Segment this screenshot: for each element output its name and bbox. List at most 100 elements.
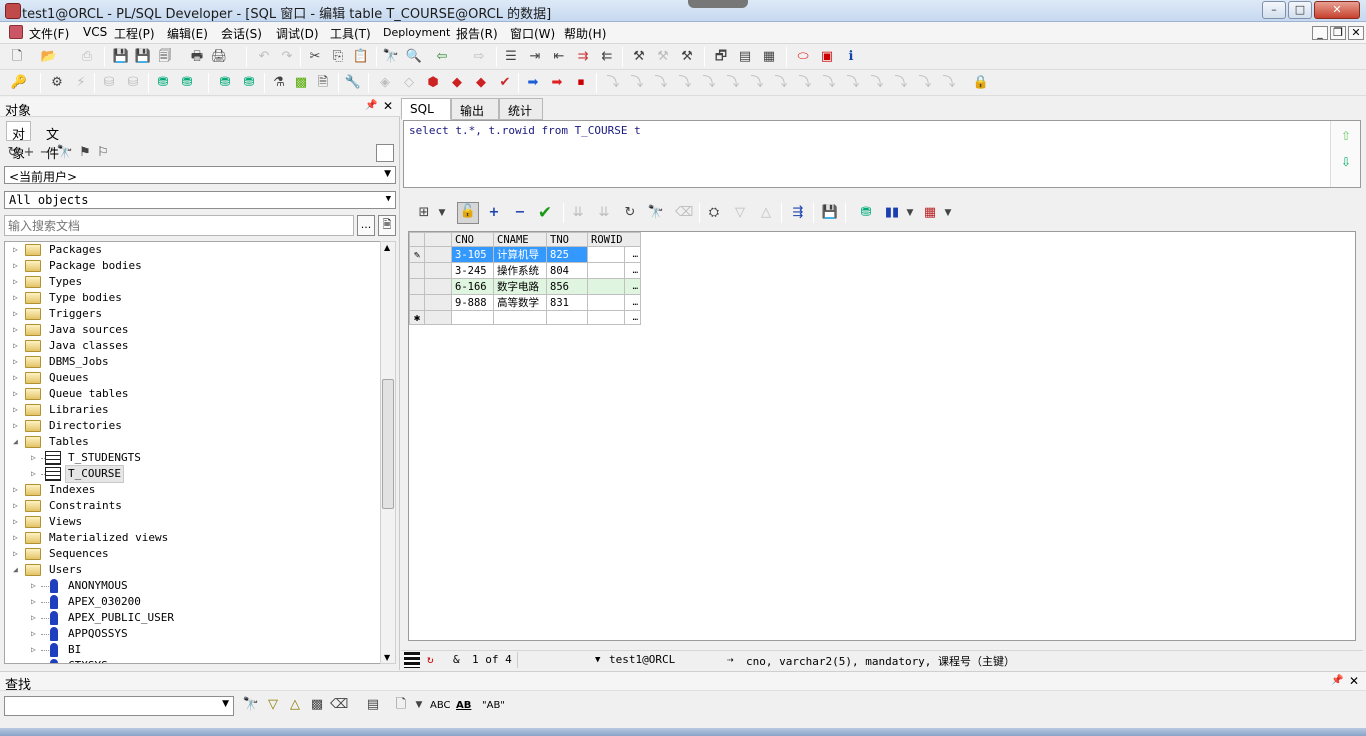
table-row[interactable]: ✎ 3-105 计算机导 825 … bbox=[409, 246, 641, 263]
windows-icon[interactable]: 🗗 bbox=[712, 48, 730, 66]
arrow-right-blue-icon[interactable]: ➡ bbox=[524, 74, 542, 92]
col-header-cname[interactable]: CNAME bbox=[493, 232, 547, 247]
table-row[interactable]: 6-166 数字电路 856 … bbox=[409, 278, 641, 295]
cell-ellipsis-button[interactable]: … bbox=[624, 278, 641, 295]
find-next-icon[interactable]: ▽ bbox=[264, 696, 282, 714]
grid-corner[interactable] bbox=[409, 232, 425, 247]
db-b-icon[interactable]: ⛃ bbox=[240, 74, 258, 92]
find-pin-icon[interactable]: 📌 bbox=[1331, 675, 1343, 686]
tool-b-icon[interactable]: ⚒ bbox=[654, 48, 672, 66]
owner-combo[interactable]: <当前用户> ▼ bbox=[4, 166, 396, 184]
cell-rowid[interactable] bbox=[587, 262, 625, 279]
tree-item-type-bodies[interactable]: ▷ Type bodies bbox=[5, 290, 381, 306]
expand-icon[interactable]: ▷ bbox=[13, 306, 21, 322]
search-input[interactable] bbox=[4, 215, 354, 236]
object-filter-combo[interactable]: All objects ▼ bbox=[4, 191, 396, 209]
step-13-icon[interactable]: ⤵ bbox=[892, 74, 910, 92]
expand-icon[interactable]: ▷ bbox=[31, 594, 39, 610]
expand-icon[interactable]: ▷ bbox=[13, 338, 21, 354]
expand-icon[interactable]: ▷ bbox=[13, 402, 21, 418]
template-icon[interactable]: ▩ bbox=[292, 74, 310, 92]
search-options-icon[interactable]: 🗎 bbox=[378, 215, 396, 236]
pin-icon[interactable]: 📌 bbox=[365, 100, 377, 111]
tree-item-materialized-views[interactable]: ▷ Materialized views bbox=[5, 530, 381, 546]
tree-item-appqossys[interactable]: ▷ APPQOSSYS bbox=[5, 626, 381, 642]
highlight-all-icon[interactable]: ▩ bbox=[308, 696, 326, 714]
cell-cno[interactable]: 9-888 bbox=[451, 294, 494, 311]
chart-icon[interactable]: ▮▮ bbox=[883, 204, 901, 222]
find-input[interactable]: ▼ bbox=[4, 696, 234, 716]
sql-icon[interactable]: ⛃ bbox=[154, 74, 172, 92]
arrow-up-icon[interactable]: ⇧ bbox=[1341, 129, 1351, 143]
expand-icon[interactable]: ▷ bbox=[31, 450, 39, 466]
expand-icon[interactable]: ▷ bbox=[13, 418, 21, 434]
status-refresh-icon[interactable]: ↻ bbox=[427, 653, 434, 666]
cell-rowid[interactable] bbox=[587, 278, 625, 295]
tree-item-tables[interactable]: ◢ Tables bbox=[5, 434, 381, 450]
panel-close-icon[interactable]: ✕ bbox=[383, 99, 393, 113]
view-toggle-button[interactable] bbox=[376, 144, 394, 162]
scroll-down-icon[interactable]: ▼ bbox=[384, 653, 390, 662]
find-object-icon[interactable]: 🔭 bbox=[56, 144, 74, 162]
col-header-tno[interactable]: TNO bbox=[546, 232, 588, 247]
stop-icon[interactable]: ⏹ bbox=[572, 74, 590, 92]
step-9-icon[interactable]: ⤵ bbox=[796, 74, 814, 92]
sql-text[interactable]: select t.*, t.rowid from T_COURSE t bbox=[409, 124, 641, 137]
execute-gear-icon[interactable]: ⚙ bbox=[48, 74, 66, 92]
find-scope-dropdown-icon[interactable]: ▼ bbox=[410, 696, 428, 714]
bp-f-icon[interactable]: ✔ bbox=[496, 74, 514, 92]
oracle-icon[interactable]: ⬭ bbox=[794, 48, 812, 66]
expand-icon[interactable]: ▷ bbox=[13, 354, 21, 370]
print-preview-icon[interactable]: 🖶 bbox=[188, 48, 206, 66]
col-header-cno[interactable]: CNO bbox=[451, 232, 494, 247]
find-binoculars-icon[interactable]: 🔭 bbox=[242, 696, 260, 714]
bp-d-icon[interactable]: ◆ bbox=[448, 74, 466, 92]
filter-edit-icon[interactable]: ⚐ bbox=[94, 144, 112, 162]
whole-word-button[interactable]: AB bbox=[456, 700, 471, 711]
find-document-icon[interactable]: 🗋 bbox=[392, 696, 410, 714]
tree-item-apex-public-user[interactable]: ▷ APEX_PUBLIC_USER bbox=[5, 610, 381, 626]
tab-sql[interactable]: SQL bbox=[401, 98, 451, 120]
scroll-up-icon[interactable]: ▲ bbox=[384, 243, 390, 252]
col-header-rowid[interactable]: ROWID bbox=[587, 232, 641, 247]
menu-session[interactable]: 会话(S) bbox=[221, 25, 262, 42]
cell-cname[interactable]: 计算机导 bbox=[493, 246, 547, 263]
match-case-button[interactable]: ABC bbox=[430, 700, 451, 711]
pdf-icon[interactable]: ▣ bbox=[818, 48, 836, 66]
save-all-icon[interactable]: 🗐 bbox=[156, 48, 174, 66]
describe-icon[interactable]: ☰ bbox=[502, 48, 520, 66]
refresh-grid-icon[interactable]: ↻ bbox=[621, 204, 639, 222]
forward-icon[interactable]: ⇨ bbox=[470, 48, 488, 66]
tree-item-anonymous[interactable]: ▷ ANONYMOUS bbox=[5, 578, 381, 594]
menu-edit[interactable]: 编辑(E) bbox=[167, 25, 208, 42]
new-row[interactable]: ✱ … bbox=[409, 310, 641, 325]
copy-icon[interactable]: ⎘ bbox=[329, 48, 347, 66]
new-cell-tno[interactable] bbox=[546, 310, 588, 325]
step-6-icon[interactable]: ⤵ bbox=[724, 74, 742, 92]
export-dropdown-icon[interactable]: ▼ bbox=[939, 204, 957, 222]
print-icon[interactable]: ⎙ bbox=[78, 48, 96, 66]
new-cell-cno[interactable] bbox=[451, 310, 494, 325]
collapse-icon[interactable]: ◢ bbox=[13, 434, 21, 450]
step-4-icon[interactable]: ⤵ bbox=[676, 74, 694, 92]
tool-c-icon[interactable]: ⚒ bbox=[678, 48, 696, 66]
bp-c-icon[interactable]: ⬢ bbox=[424, 74, 442, 92]
save-icon[interactable]: 💾 bbox=[112, 48, 130, 66]
expand-icon[interactable]: ▷ bbox=[13, 530, 21, 546]
menu-project[interactable]: 工程(P) bbox=[114, 25, 155, 42]
tab-statistics[interactable]: 统计 bbox=[499, 98, 543, 120]
grid-view-dropdown-icon[interactable]: ▼ bbox=[433, 204, 451, 222]
tree-item-queue-tables[interactable]: ▷ Queue tables bbox=[5, 386, 381, 402]
cell-tno[interactable]: 831 bbox=[546, 294, 588, 311]
tab-output[interactable]: 输出 bbox=[451, 98, 499, 120]
connection-label[interactable]: test1@ORCL bbox=[609, 653, 675, 666]
tree-item-dbms-jobs[interactable]: ▷ DBMS_Jobs bbox=[5, 354, 381, 370]
expand-icon[interactable]: ▷ bbox=[13, 322, 21, 338]
lock-icon[interactable]: 🔒 bbox=[972, 74, 990, 92]
find-icon[interactable]: 🔭 bbox=[382, 48, 400, 66]
sort-down-icon[interactable]: ▽ bbox=[731, 204, 749, 222]
tree-item-libraries[interactable]: ▷ Libraries bbox=[5, 402, 381, 418]
tree-scroll-thumb[interactable] bbox=[382, 379, 394, 509]
expand-icon[interactable]: ▷ bbox=[13, 242, 21, 258]
expand-icon[interactable]: ▷ bbox=[13, 482, 21, 498]
